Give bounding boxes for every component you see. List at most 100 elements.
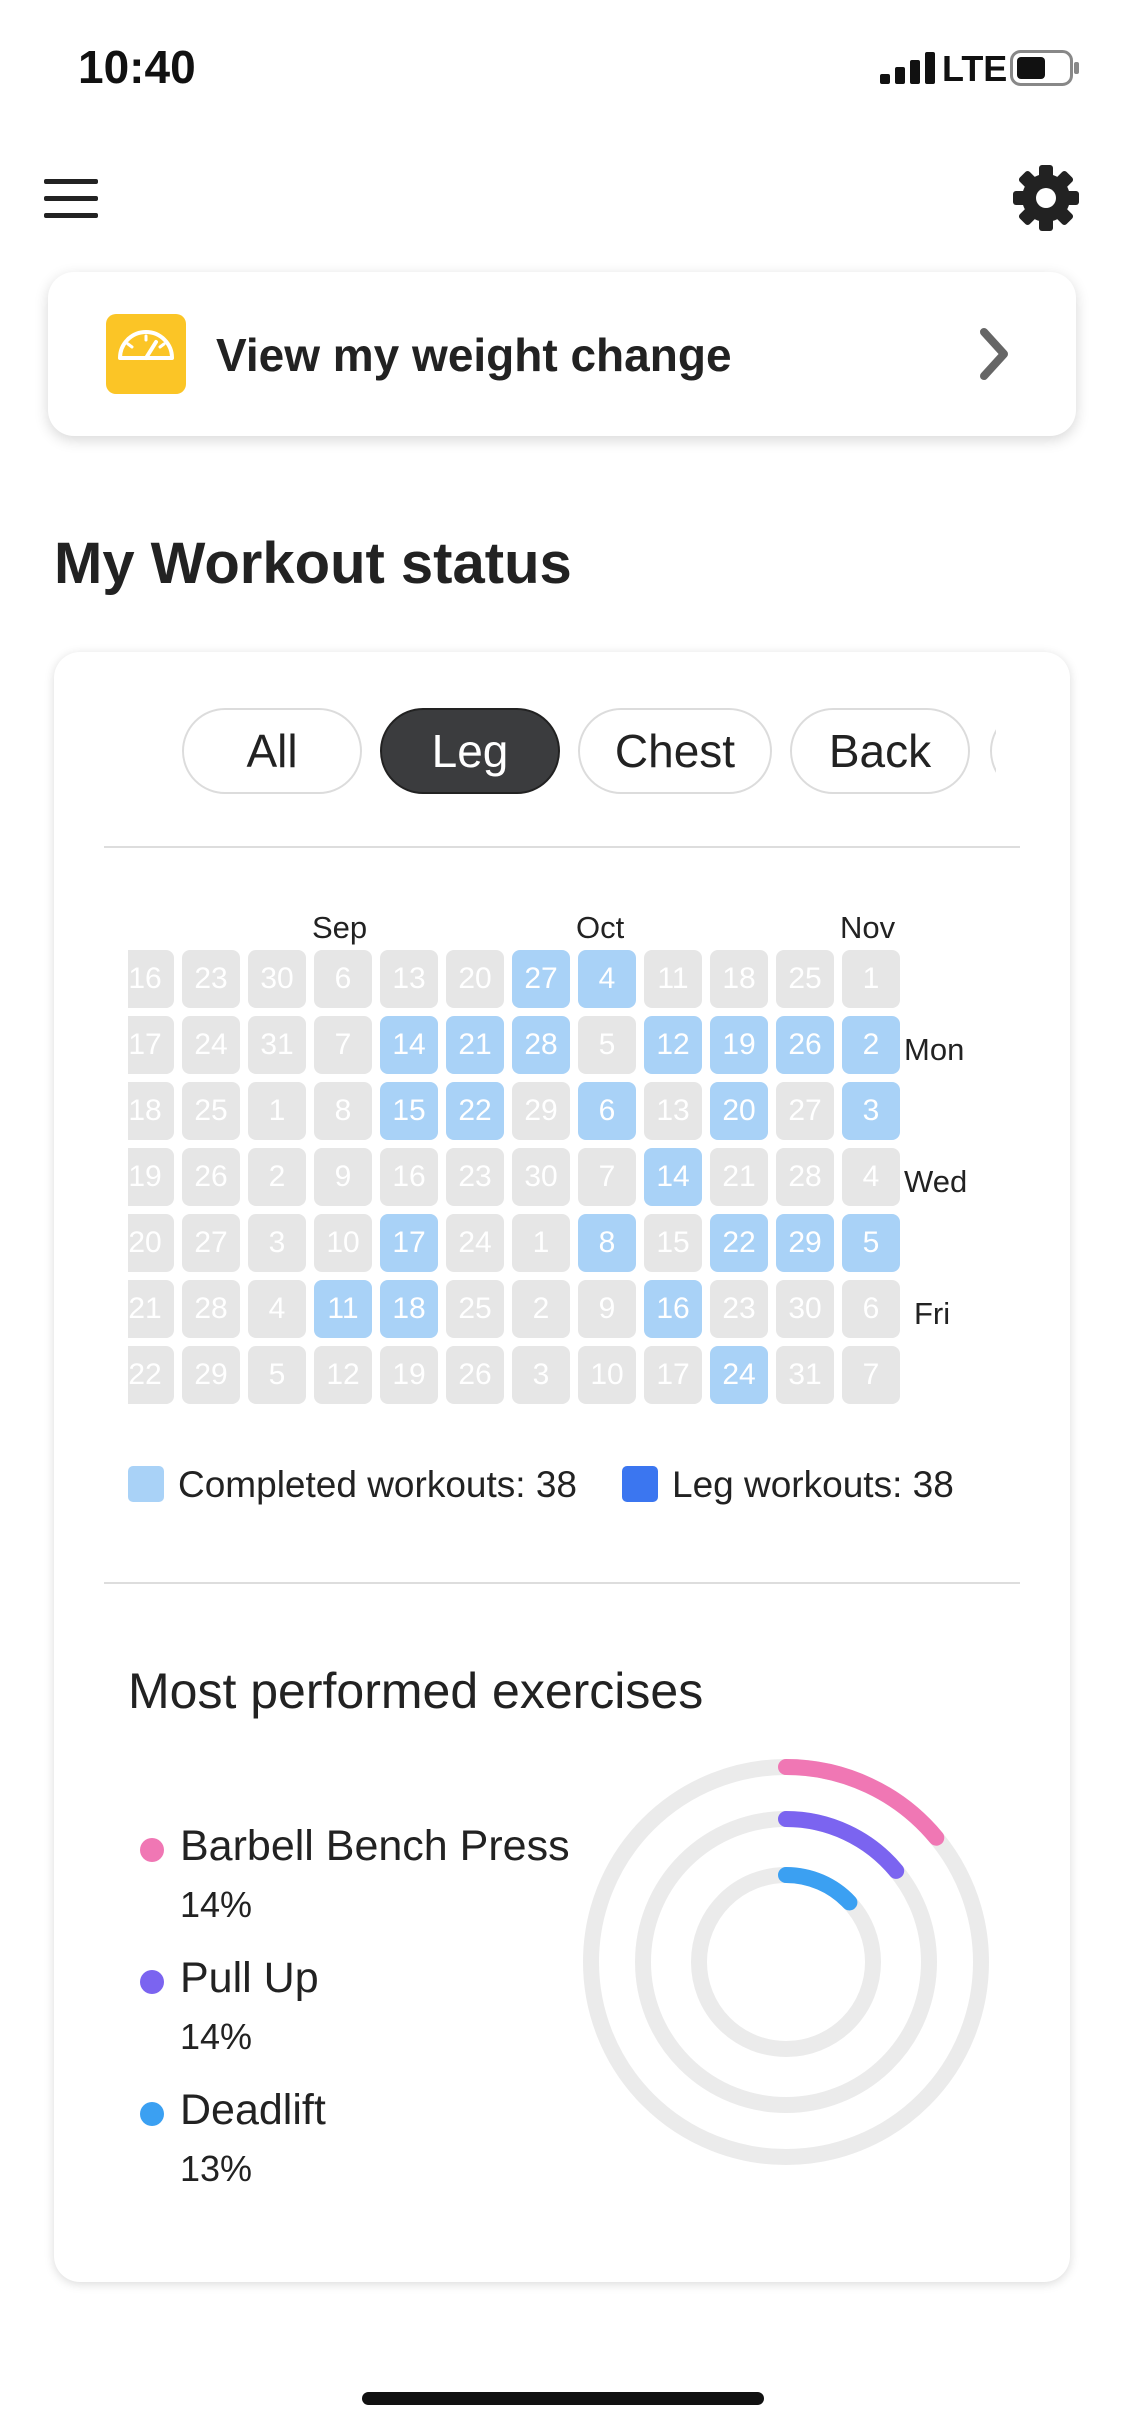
month-label-sep: Sep xyxy=(312,910,368,945)
calendar-day: 27 xyxy=(776,1082,834,1140)
calendar-day-completed: 27 xyxy=(512,950,570,1008)
filter-chip-all[interactable]: All xyxy=(182,708,362,794)
filter-chip-partial[interactable]: S xyxy=(990,708,996,794)
month-label-nov: Nov xyxy=(840,910,896,945)
weekday-label-fri: Fri xyxy=(914,1296,951,1331)
menu-icon[interactable] xyxy=(42,175,100,223)
calendar-day: 1 xyxy=(842,950,900,1008)
page-title: My Workout status xyxy=(54,531,572,596)
divider xyxy=(104,846,1020,848)
legend-leg-workouts: Leg workouts: 38 xyxy=(672,1464,954,1505)
calendar-day: 26 xyxy=(446,1346,504,1404)
workout-status-card: All Leg Chest Back S Sep Oct Nov 1617181… xyxy=(54,652,1070,2282)
calendar-day: 29 xyxy=(182,1346,240,1404)
calendar-day: 11 xyxy=(644,950,702,1008)
calendar-day: 24 xyxy=(182,1016,240,1074)
calendar-day: 19 xyxy=(380,1346,438,1404)
calendar-day-completed: 22 xyxy=(710,1214,768,1272)
calendar-day-completed: 17 xyxy=(380,1214,438,1272)
calendar-day: 21 xyxy=(710,1148,768,1206)
calendar-day: 5 xyxy=(578,1016,636,1074)
calendar-day-completed: 29 xyxy=(776,1214,834,1272)
filter-chip-back[interactable]: Back xyxy=(790,708,970,794)
filter-chip-bar[interactable]: All Leg Chest Back S xyxy=(128,704,996,800)
workout-calendar-heatmap: 16 17 18 19 20 21 22 23 24 25 26 27 28 29 30 31 1 2 3 4 5 6 7 8… xyxy=(128,950,958,1412)
calendar-day: 8 xyxy=(314,1082,372,1140)
calendar-day-completed: 22 xyxy=(446,1082,504,1140)
legend-swatch-leg xyxy=(622,1466,658,1502)
calendar-day: 4 xyxy=(842,1148,900,1206)
exercise-name: Pull Up xyxy=(180,1954,319,2002)
gear-icon[interactable] xyxy=(1012,164,1080,232)
calendar-day: 17 xyxy=(644,1346,702,1404)
exercise-percent: 13% xyxy=(180,2148,253,2189)
divider xyxy=(104,1582,1020,1584)
exercise-dot-bench-press xyxy=(140,1838,164,1862)
calendar-day: 1 xyxy=(512,1214,570,1272)
weekday-label-wed: Wed xyxy=(904,1164,968,1199)
calendar-day: 27 xyxy=(182,1214,240,1272)
calendar-day: 19 xyxy=(128,1148,174,1206)
calendar-day: 15 xyxy=(644,1214,702,1272)
calendar-day-completed: 12 xyxy=(644,1016,702,1074)
calendar-day-completed: 14 xyxy=(644,1148,702,1206)
calendar-day-completed: 6 xyxy=(578,1082,636,1140)
calendar-day-completed: 8 xyxy=(578,1214,636,1272)
calendar-day: 13 xyxy=(644,1082,702,1140)
weight-change-label: View my weight change xyxy=(216,329,732,381)
calendar-day-completed: 2 xyxy=(842,1016,900,1074)
chevron-right-icon xyxy=(980,328,1008,380)
calendar-day: 4 xyxy=(248,1280,306,1338)
calendar-day-completed: 26 xyxy=(776,1016,834,1074)
calendar-day: 3 xyxy=(248,1214,306,1272)
exercise-percent: 14% xyxy=(180,2016,253,2057)
weekday-label-mon: Mon xyxy=(904,1032,965,1067)
network-type: LTE xyxy=(942,48,1008,89)
battery-icon xyxy=(1010,50,1079,86)
calendar-day: 7 xyxy=(314,1016,372,1074)
calendar-day: 2 xyxy=(512,1280,570,1338)
calendar-day-completed: 20 xyxy=(710,1082,768,1140)
ring-deadlift xyxy=(778,1867,858,1911)
calendar-day: 16 xyxy=(128,950,174,1008)
calendar-day: 9 xyxy=(314,1148,372,1206)
calendar-day: 31 xyxy=(248,1016,306,1074)
filter-chip-leg[interactable]: Leg xyxy=(380,708,560,794)
calendar-day-completed: 5 xyxy=(842,1214,900,1272)
calendar-day: 22 xyxy=(128,1346,174,1404)
calendar-day: 3 xyxy=(512,1346,570,1404)
calendar-day-completed: 24 xyxy=(710,1346,768,1404)
ring-pull-up xyxy=(778,1811,905,1879)
status-time: 10:40 xyxy=(78,41,196,93)
calendar-day: 21 xyxy=(128,1280,174,1338)
calendar-day: 20 xyxy=(446,950,504,1008)
calendar-day: 23 xyxy=(710,1280,768,1338)
calendar-day: 25 xyxy=(776,950,834,1008)
weight-change-card[interactable]: View my weight change xyxy=(48,272,1076,436)
calendar-day: 10 xyxy=(314,1214,372,1272)
calendar-day-completed: 15 xyxy=(380,1082,438,1140)
calendar-day: 5 xyxy=(248,1346,306,1404)
calendar-day-completed: 21 xyxy=(446,1016,504,1074)
calendar-day: 24 xyxy=(446,1214,504,1272)
calendar-day: 9 xyxy=(578,1280,636,1338)
calendar-day: 23 xyxy=(446,1148,504,1206)
calendar-day: 29 xyxy=(512,1082,570,1140)
calendar-day: 30 xyxy=(248,950,306,1008)
signal-icon xyxy=(880,52,935,84)
exercise-dot-deadlift xyxy=(140,2102,164,2126)
home-indicator[interactable] xyxy=(362,2392,764,2405)
filter-chip-chest[interactable]: Chest xyxy=(578,708,772,794)
calendar-day: 30 xyxy=(512,1148,570,1206)
calendar-day: 30 xyxy=(776,1280,834,1338)
calendar-day: 28 xyxy=(182,1280,240,1338)
month-label-oct: Oct xyxy=(576,910,625,945)
calendar-day: 13 xyxy=(380,950,438,1008)
calendar-day: 6 xyxy=(842,1280,900,1338)
calendar-day: 25 xyxy=(446,1280,504,1338)
calendar-day: 18 xyxy=(710,950,768,1008)
exercise-name: Barbell Bench Press xyxy=(180,1822,570,1870)
calendar-day: 28 xyxy=(776,1148,834,1206)
calendar-day: 7 xyxy=(842,1346,900,1404)
calendar-day: 25 xyxy=(182,1082,240,1140)
